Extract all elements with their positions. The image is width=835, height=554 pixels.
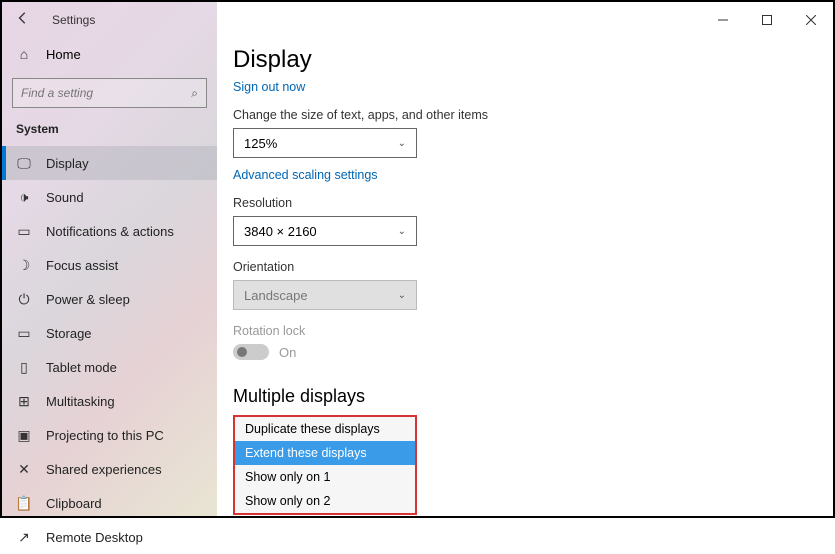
sidebar-item-sound[interactable]: 🕩 Sound xyxy=(2,180,217,214)
search-input[interactable] xyxy=(21,86,191,100)
multiple-displays-dropdown[interactable]: Duplicate these displays Extend these di… xyxy=(233,415,417,515)
maximize-button[interactable] xyxy=(745,5,789,35)
sidebar: ⌂ Home ⌕ System 🖵 Display 🕩 Sound ▭ Noti… xyxy=(2,2,217,516)
sidebar-item-projecting[interactable]: ▣ Projecting to this PC xyxy=(2,418,217,452)
multitasking-icon: ⊞ xyxy=(16,393,32,409)
clipboard-icon: 📋 xyxy=(16,495,32,511)
rotation-label: Rotation lock xyxy=(233,324,813,338)
content-pane: Display Sign out now Change the size of … xyxy=(217,2,833,516)
scale-value: 125% xyxy=(244,136,277,151)
rotation-value: On xyxy=(279,345,296,360)
tablet-icon: ▯ xyxy=(16,359,32,375)
resolution-value: 3840 × 2160 xyxy=(244,224,317,239)
home-icon: ⌂ xyxy=(16,46,32,62)
sidebar-item-label: Shared experiences xyxy=(46,462,162,477)
sidebar-item-label: Projecting to this PC xyxy=(46,428,164,443)
back-button[interactable] xyxy=(16,11,34,30)
sidebar-item-tablet[interactable]: ▯ Tablet mode xyxy=(2,350,217,384)
projecting-icon: ▣ xyxy=(16,427,32,443)
multi-option-duplicate[interactable]: Duplicate these displays xyxy=(235,417,415,441)
sidebar-item-label: Power & sleep xyxy=(46,292,130,307)
chevron-down-icon: ⌄ xyxy=(398,226,406,237)
page-title: Display xyxy=(233,46,813,74)
power-icon: ⏻ xyxy=(16,291,32,307)
sidebar-item-label: Display xyxy=(46,156,89,171)
titlebar: Settings xyxy=(2,2,833,38)
minimize-button[interactable] xyxy=(701,5,745,35)
multi-option-only1[interactable]: Show only on 1 xyxy=(235,465,415,489)
sidebar-item-label: Notifications & actions xyxy=(46,224,174,239)
sidebar-item-label: Clipboard xyxy=(46,496,102,511)
sidebar-item-power[interactable]: ⏻ Power & sleep xyxy=(2,282,217,316)
multi-option-only2[interactable]: Show only on 2 xyxy=(235,489,415,513)
sidebar-item-label: Tablet mode xyxy=(46,360,117,375)
scale-select[interactable]: 125% ⌄ xyxy=(233,128,417,158)
sidebar-item-remote[interactable]: ↗ Remote Desktop xyxy=(2,520,217,554)
notifications-icon: ▭ xyxy=(16,223,32,239)
advanced-scaling-link[interactable]: Advanced scaling settings xyxy=(233,168,813,182)
sidebar-item-label: Remote Desktop xyxy=(46,530,143,545)
sidebar-item-focus-assist[interactable]: ☽ Focus assist xyxy=(2,248,217,282)
window-title: Settings xyxy=(52,13,95,27)
orientation-label: Orientation xyxy=(233,260,813,274)
close-button[interactable] xyxy=(789,5,833,35)
resolution-select[interactable]: 3840 × 2160 ⌄ xyxy=(233,216,417,246)
sidebar-item-storage[interactable]: ▭ Storage xyxy=(2,316,217,350)
multiple-displays-title: Multiple displays xyxy=(233,386,813,407)
sidebar-item-label: Multitasking xyxy=(46,394,115,409)
sidebar-item-clipboard[interactable]: 📋 Clipboard xyxy=(2,486,217,520)
home-label: Home xyxy=(46,47,81,62)
remote-icon: ↗ xyxy=(16,529,32,545)
scale-label: Change the size of text, apps, and other… xyxy=(233,108,813,122)
search-box[interactable]: ⌕ xyxy=(12,78,207,108)
orientation-value: Landscape xyxy=(244,288,308,303)
window-controls xyxy=(701,5,833,35)
sidebar-item-shared[interactable]: ✕ Shared experiences xyxy=(2,452,217,486)
multi-option-extend[interactable]: Extend these displays xyxy=(235,441,415,465)
sound-icon: 🕩 xyxy=(16,189,32,205)
sidebar-item-notifications[interactable]: ▭ Notifications & actions xyxy=(2,214,217,248)
section-label: System xyxy=(2,122,217,146)
sign-out-link[interactable]: Sign out now xyxy=(233,80,813,94)
chevron-down-icon: ⌄ xyxy=(398,290,406,301)
focus-icon: ☽ xyxy=(16,257,32,273)
display-icon: 🖵 xyxy=(16,155,32,171)
sidebar-item-label: Storage xyxy=(46,326,92,341)
chevron-down-icon: ⌄ xyxy=(398,138,406,149)
search-icon: ⌕ xyxy=(191,86,198,101)
rotation-toggle xyxy=(233,344,269,360)
sidebar-item-display[interactable]: 🖵 Display xyxy=(2,146,217,180)
home-button[interactable]: ⌂ Home xyxy=(2,38,217,70)
orientation-select: Landscape ⌄ xyxy=(233,280,417,310)
sidebar-item-label: Focus assist xyxy=(46,258,118,273)
sidebar-item-multitasking[interactable]: ⊞ Multitasking xyxy=(2,384,217,418)
sidebar-item-label: Sound xyxy=(46,190,84,205)
shared-icon: ✕ xyxy=(16,461,32,477)
resolution-label: Resolution xyxy=(233,196,813,210)
storage-icon: ▭ xyxy=(16,325,32,341)
